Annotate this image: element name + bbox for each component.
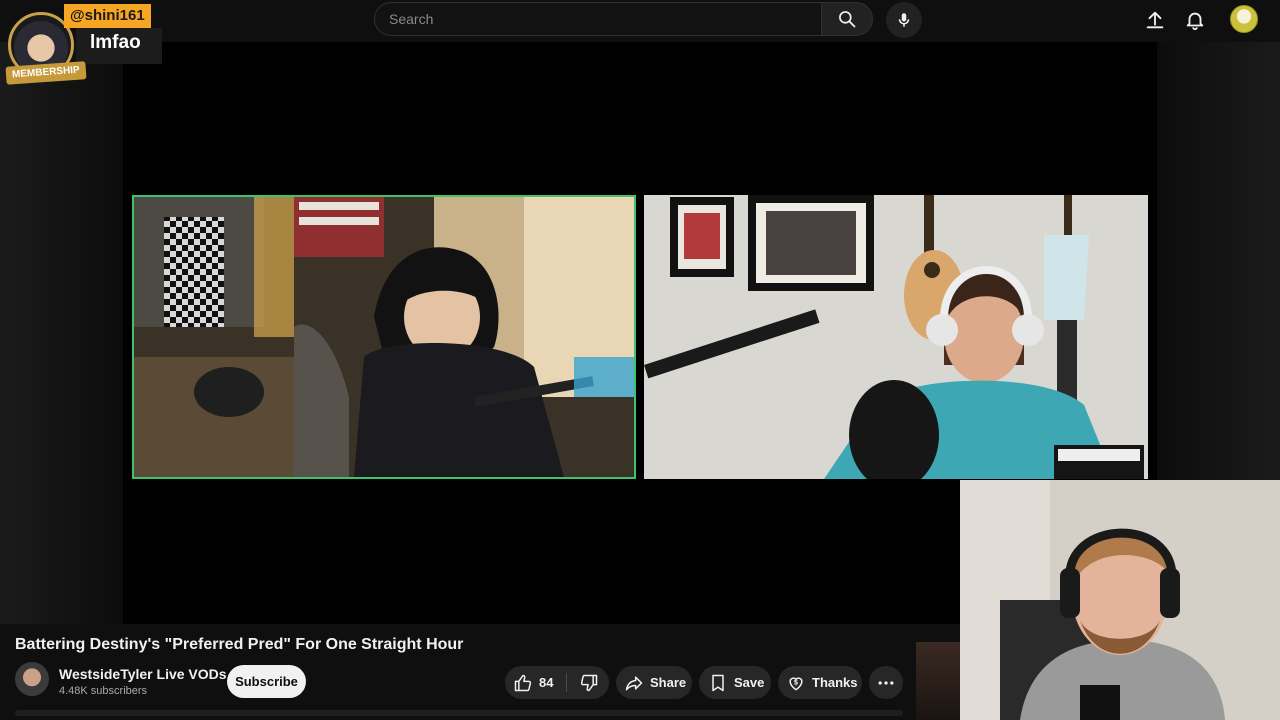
bookmark-icon xyxy=(708,673,728,693)
mic-icon xyxy=(898,13,910,27)
notifications-button[interactable] xyxy=(1181,6,1209,34)
thanks-heart-icon: $ xyxy=(786,673,806,693)
video-title: Battering Destiny's "Preferred Pred" For… xyxy=(15,636,464,653)
thumbs-down-icon xyxy=(579,673,599,693)
bell-icon xyxy=(1186,12,1204,31)
thanks-button[interactable]: $ Thanks xyxy=(778,666,862,699)
account-avatar[interactable] xyxy=(1230,5,1258,33)
thumbs-up-icon xyxy=(513,673,533,693)
search-button[interactable] xyxy=(821,2,873,36)
more-horizontal-icon xyxy=(876,673,896,693)
upload-icon xyxy=(1146,11,1164,29)
like-divider xyxy=(566,673,567,692)
like-dislike-group: 84 xyxy=(505,666,609,699)
share-button[interactable]: Share xyxy=(616,666,692,699)
search-icon xyxy=(839,11,856,28)
streamer-scene xyxy=(960,480,1280,720)
guest-camera-feed xyxy=(132,195,636,479)
subscribe-button[interactable]: Subscribe xyxy=(227,665,306,698)
like-count: 84 xyxy=(539,675,554,690)
superchat-handle: @shini161 xyxy=(64,4,151,28)
share-arrow-icon xyxy=(624,673,644,693)
create-button[interactable] xyxy=(1141,6,1169,34)
voice-search-button[interactable] xyxy=(886,2,922,38)
channel-name[interactable]: WestsideTyler Live VODs xyxy=(59,666,227,682)
superchat-message: lmfao xyxy=(90,32,141,53)
streamer-webcam-overlay xyxy=(960,480,1280,720)
guest-scene xyxy=(134,197,634,477)
dislike-button[interactable] xyxy=(571,666,607,699)
host-camera-feed xyxy=(644,195,1148,479)
svg-text:$: $ xyxy=(794,678,799,686)
host-scene xyxy=(644,195,1148,479)
share-label: Share xyxy=(650,675,687,690)
thanks-label: Thanks xyxy=(812,675,858,690)
video-info: Battering Destiny's "Preferred Pred" For… xyxy=(0,624,960,720)
masthead xyxy=(0,0,1280,42)
player-side-panel-left xyxy=(0,42,123,624)
channel-avatar[interactable] xyxy=(15,662,49,696)
search-box[interactable] xyxy=(374,2,822,36)
like-button[interactable]: 84 xyxy=(505,666,565,699)
save-label: Save xyxy=(734,675,765,690)
related-video-thumbnail[interactable] xyxy=(916,642,960,720)
more-actions-button[interactable] xyxy=(869,666,903,699)
description-box-edge xyxy=(15,710,903,716)
search-input[interactable] xyxy=(389,3,809,35)
save-button[interactable]: Save xyxy=(699,666,771,699)
subscriber-count: 4.48K subscribers xyxy=(59,685,148,697)
